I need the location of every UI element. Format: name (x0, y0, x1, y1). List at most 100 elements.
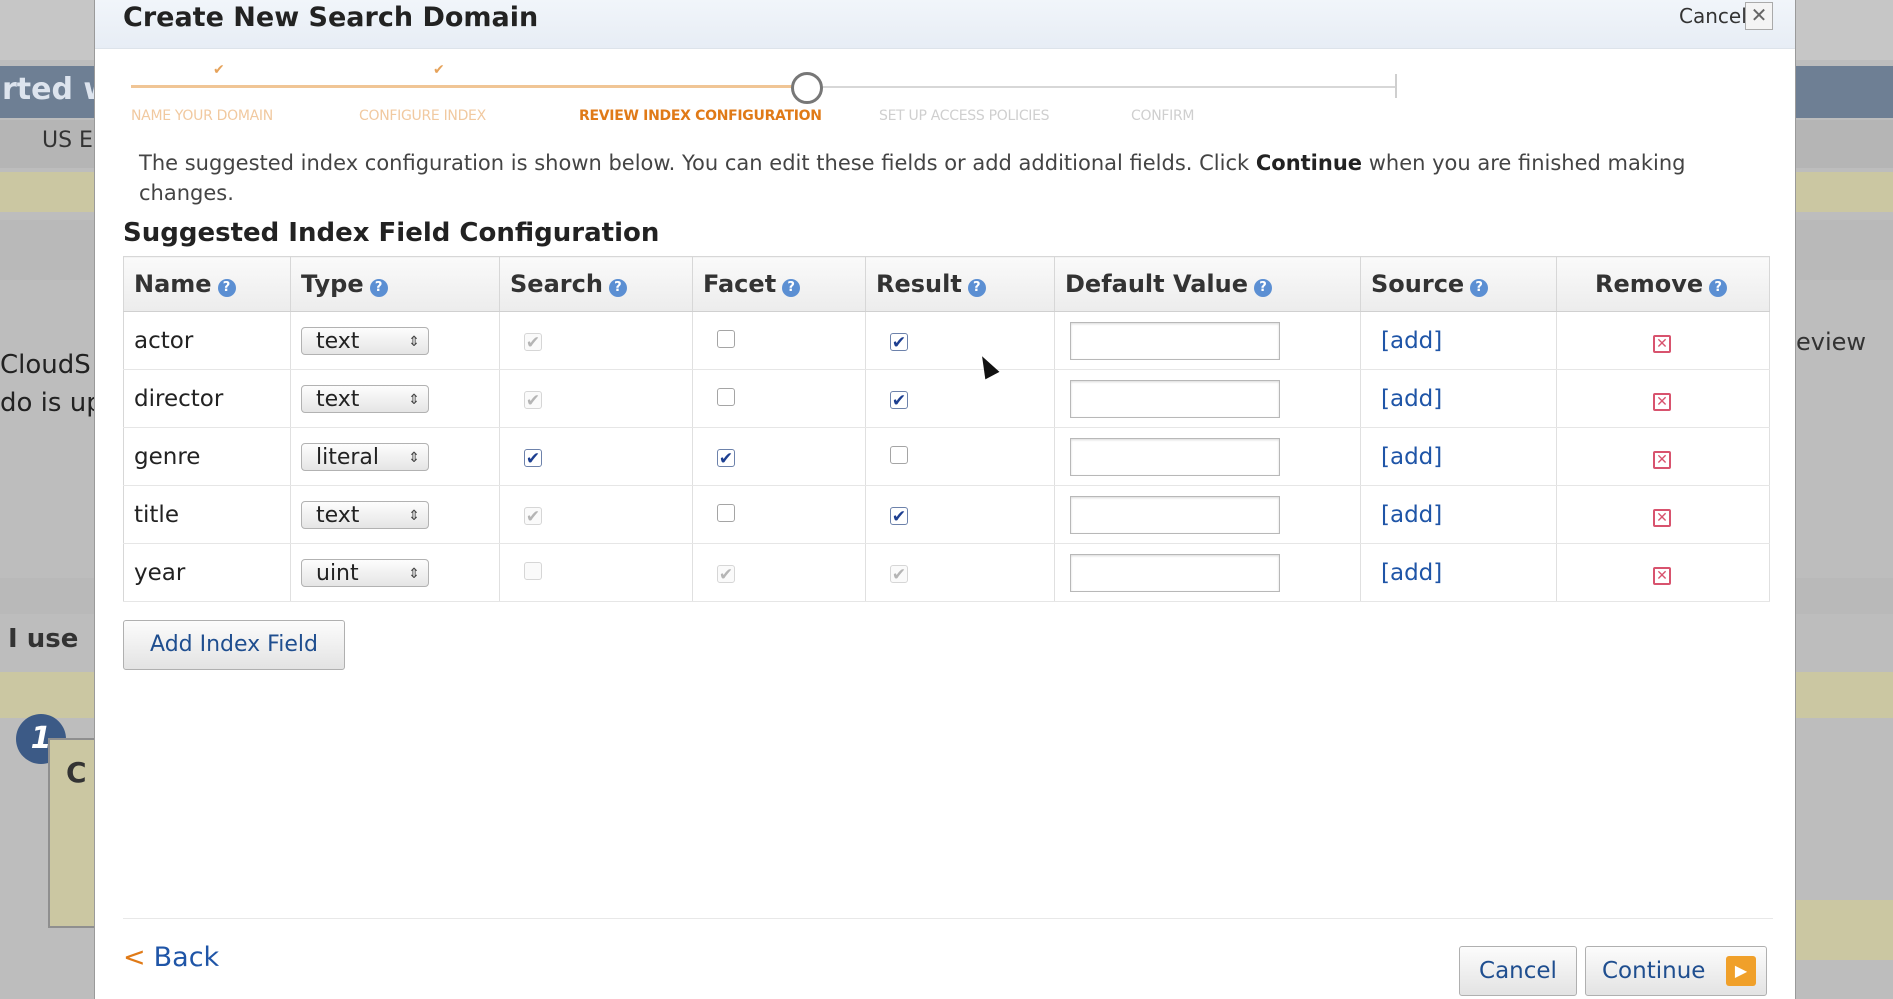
continue-button[interactable]: Continue ▶ (1585, 946, 1767, 996)
chevron-left-icon: < (123, 942, 146, 973)
background-cloud-line: CloudS (0, 350, 91, 380)
create-domain-dialog: Create New Search Domain Cancel ✕ ✔ ✔ NA… (94, 0, 1796, 999)
cell-facet: ✔ (692, 427, 866, 486)
table-row: title text ⇕ ✔ ✔ [add] ✕ (123, 485, 1770, 544)
facet-checkbox[interactable]: ✔ (717, 448, 735, 468)
type-select[interactable]: text ⇕ (301, 326, 429, 355)
add-source-link[interactable]: [add] (1381, 444, 1442, 470)
type-select-value: uint (316, 560, 359, 586)
type-select[interactable]: literal ⇕ (301, 442, 429, 471)
facet-checkbox[interactable] (717, 387, 735, 406)
cell-result: ✔ (865, 311, 1055, 370)
cell-name: director (123, 369, 291, 428)
column-header-result: Result? (865, 256, 1055, 312)
default-value-input[interactable] (1070, 437, 1280, 476)
cell-remove: ✕ (1556, 311, 1770, 370)
type-select[interactable]: text ⇕ (301, 384, 429, 413)
result-checkbox[interactable] (890, 445, 908, 464)
remove-icon[interactable]: ✕ (1653, 450, 1671, 469)
column-header-default-value: Default Value? (1054, 256, 1361, 312)
cell-search (499, 543, 693, 602)
result-checkbox[interactable]: ✔ (890, 332, 908, 352)
default-value-input[interactable] (1070, 321, 1280, 360)
cell-result: ✔ (865, 369, 1055, 428)
instructions-text: The suggested index configuration is sho… (139, 148, 1759, 208)
result-checkbox[interactable]: ✔ (890, 506, 908, 526)
column-header-label: Type (301, 270, 364, 298)
remove-icon[interactable]: ✕ (1653, 566, 1671, 585)
cell-remove: ✕ (1556, 543, 1770, 602)
help-icon[interactable]: ? (217, 279, 236, 297)
add-source-link[interactable]: [add] (1381, 502, 1442, 528)
default-value-input[interactable] (1070, 495, 1280, 534)
continue-label: Continue (1602, 958, 1706, 984)
default-value-input[interactable] (1070, 553, 1280, 592)
add-source-link[interactable]: [add] (1381, 560, 1442, 586)
table-row: year uint ⇕ ✔ ✔ [add] ✕ (123, 543, 1770, 602)
facet-checkbox[interactable] (717, 329, 735, 348)
wizard-progress: ✔ ✔ NAME YOUR DOMAIN CONFIGURE INDEX REV… (131, 62, 1501, 132)
remove-icon[interactable]: ✕ (1653, 334, 1671, 353)
cell-result: ✔ (865, 543, 1055, 602)
column-header-label: Default Value (1065, 270, 1249, 298)
cell-name: year (123, 543, 291, 602)
search-checkbox: ✔ (524, 390, 542, 411)
cell-type: text ⇕ (290, 369, 500, 428)
column-header-remove: Remove? (1556, 256, 1770, 312)
arrow-right-icon: ▶ (1726, 956, 1756, 986)
help-icon[interactable]: ? (369, 279, 388, 297)
help-icon[interactable]: ? (967, 279, 986, 297)
cell-source: [add] (1360, 485, 1557, 544)
select-arrows-icon: ⇕ (408, 333, 420, 350)
footer-divider (123, 918, 1773, 919)
add-source-link[interactable]: [add] (1381, 386, 1442, 412)
select-arrows-icon: ⇕ (408, 391, 420, 408)
help-icon[interactable]: ? (1254, 279, 1273, 297)
cell-facet: ✔ (692, 543, 866, 602)
cell-source: [add] (1360, 369, 1557, 428)
cancel-button[interactable]: Cancel (1459, 946, 1577, 996)
remove-icon[interactable]: ✕ (1653, 392, 1671, 411)
type-select-value: text (316, 328, 360, 354)
help-icon[interactable]: ? (608, 279, 627, 297)
add-source-link[interactable]: [add] (1381, 328, 1442, 354)
background-card-letter: C (66, 756, 87, 789)
result-checkbox[interactable]: ✔ (890, 390, 908, 410)
background-cloud-line: do is up (0, 388, 103, 418)
background-iuse-text: I use (8, 624, 79, 654)
help-icon[interactable]: ? (782, 279, 801, 297)
close-icon[interactable]: ✕ (1745, 2, 1773, 30)
table-row: actor text ⇕ ✔ ✔ [add] ✕ (123, 311, 1770, 370)
remove-icon[interactable]: ✕ (1653, 508, 1671, 527)
column-header-label: Facet (703, 270, 777, 298)
cell-facet (692, 485, 866, 544)
add-index-field-button[interactable]: Add Index Field (123, 620, 345, 670)
column-header-source: Source? (1360, 256, 1557, 312)
background-review-text: eview (1796, 328, 1867, 356)
cell-facet (692, 311, 866, 370)
search-checkbox: ✔ (524, 332, 542, 353)
back-link[interactable]: < Back (123, 942, 219, 973)
default-value-input[interactable] (1070, 379, 1280, 418)
select-arrows-icon: ⇕ (408, 565, 420, 582)
cell-name: title (123, 485, 291, 544)
dialog-cancel-link[interactable]: Cancel (1679, 4, 1747, 28)
search-checkbox[interactable]: ✔ (524, 448, 542, 468)
column-header-type: Type? (290, 256, 500, 312)
cell-type: uint ⇕ (290, 543, 500, 602)
type-select[interactable]: text ⇕ (301, 500, 429, 529)
facet-checkbox[interactable] (717, 503, 735, 522)
section-title: Suggested Index Field Configuration (123, 218, 660, 248)
help-icon[interactable]: ? (1709, 279, 1728, 297)
help-icon[interactable]: ? (1470, 279, 1489, 297)
back-label: Back (153, 942, 220, 973)
progress-line-done (131, 85, 807, 88)
index-field-table: Name? Type? Search? Facet? Result? Defau… (123, 256, 1770, 602)
instructions-bold: Continue (1255, 151, 1363, 175)
type-select[interactable]: uint ⇕ (301, 558, 429, 587)
type-select-value: text (316, 502, 360, 528)
table-row: genre literal ⇕ ✔ ✔ [add] ✕ (123, 427, 1770, 486)
step-confirm: CONFIRM (1131, 108, 1195, 124)
cell-type: literal ⇕ (290, 427, 500, 486)
cell-default-value (1054, 311, 1361, 370)
